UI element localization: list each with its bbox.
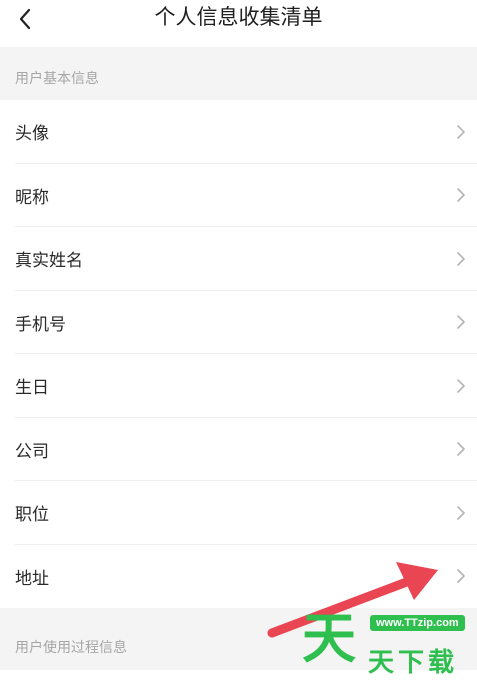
list-item-label: 公司	[15, 441, 49, 462]
list-item-company[interactable]: 公司	[0, 418, 477, 482]
list-item-position[interactable]: 职位	[0, 481, 477, 545]
section-label-basic-info: 用户基本信息	[15, 71, 99, 87]
chevron-right-icon	[457, 505, 465, 520]
chevron-right-icon	[457, 124, 465, 139]
chevron-right-icon	[457, 378, 465, 393]
watermark: 天 www.TTzip.com 天下载	[300, 604, 477, 681]
list-item-label: 昵称	[15, 187, 49, 208]
list-item-real-name[interactable]: 真实姓名	[0, 227, 477, 291]
section-label-usage-info: 用户使用过程信息	[15, 640, 127, 656]
chevron-right-icon	[457, 442, 465, 457]
chevron-right-icon	[457, 315, 465, 330]
list-item-avatar[interactable]: 头像	[0, 100, 477, 164]
back-button[interactable]	[8, 2, 42, 36]
list-item-label: 地址	[15, 568, 49, 589]
list-item-label: 职位	[15, 505, 49, 526]
list-item-label: 生日	[15, 378, 49, 399]
header: 个人信息收集清单	[0, 0, 477, 47]
list-item-birthday[interactable]: 生日	[0, 354, 477, 418]
page: 个人信息收集清单 用户基本信息 头像 昵称 真实姓名 手机号 生日 公司 职位 …	[0, 0, 477, 681]
list-item-phone[interactable]: 手机号	[0, 291, 477, 355]
list-item-address[interactable]: 地址	[0, 545, 477, 609]
chevron-right-icon	[457, 569, 465, 584]
list-item-nickname[interactable]: 昵称	[0, 164, 477, 228]
page-title: 个人信息收集清单	[154, 5, 323, 29]
watermark-text: 天下载	[368, 648, 459, 678]
chevron-right-icon	[457, 188, 465, 203]
list-item-label: 真实姓名	[15, 251, 83, 272]
list-item-label: 手机号	[15, 314, 66, 335]
chevron-right-icon	[457, 251, 465, 266]
chevron-left-icon	[19, 8, 31, 30]
list-item-label: 头像	[15, 124, 49, 145]
watermark-url: www.TTzip.com	[370, 615, 465, 631]
basic-info-list: 头像 昵称 真实姓名 手机号 生日 公司 职位 地址	[0, 100, 477, 608]
watermark-logo: 天	[302, 607, 356, 670]
